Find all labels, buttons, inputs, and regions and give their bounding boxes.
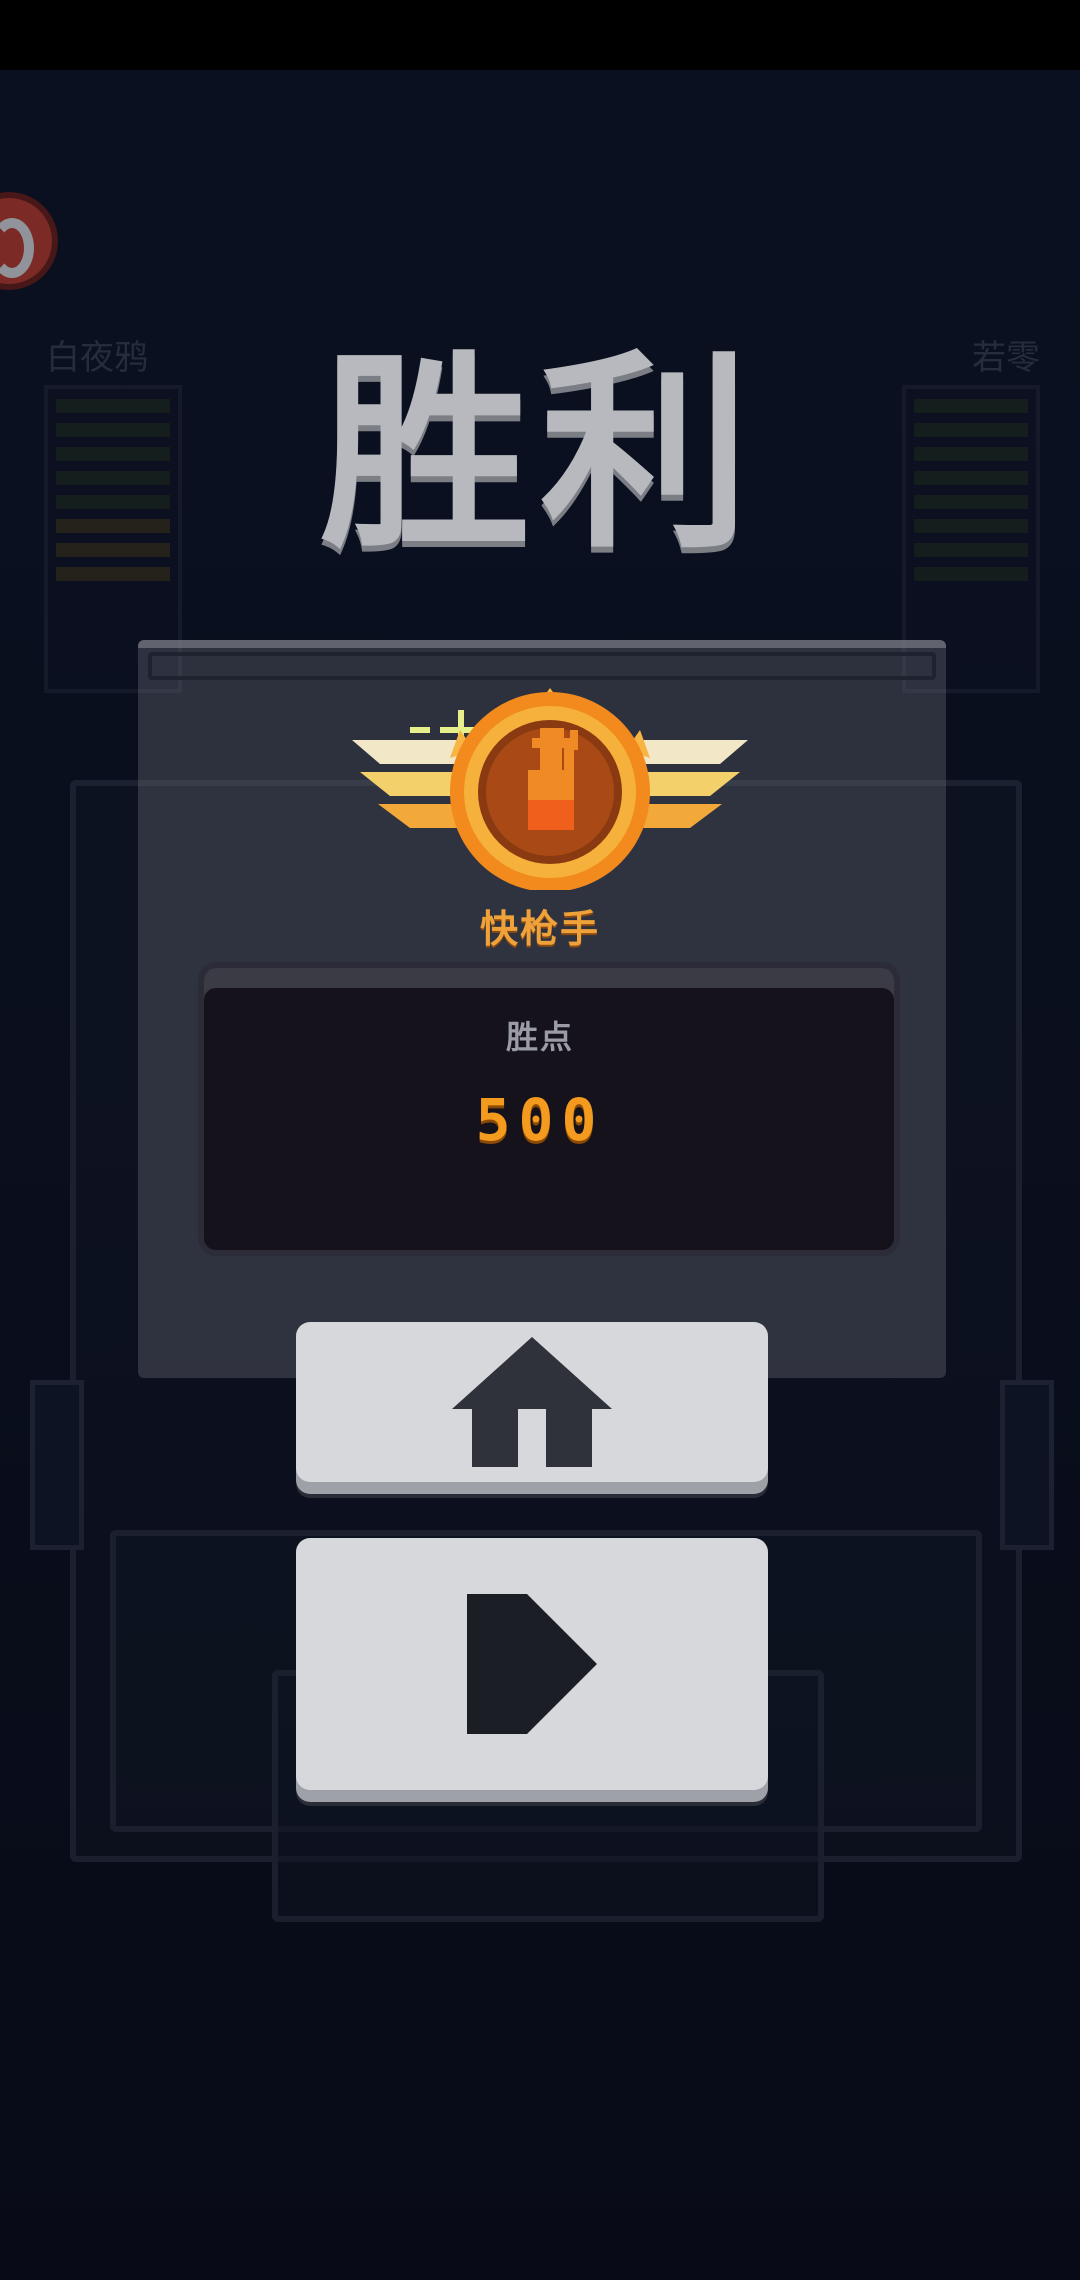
medal-title: 快枪手 [479, 907, 600, 951]
victory-title: 胜利 [319, 332, 760, 577]
side-tab-right [1000, 1380, 1054, 1550]
play-button[interactable] [296, 1538, 768, 1790]
home-button[interactable] [296, 1322, 768, 1482]
gunslinger-medal-icon [352, 688, 748, 890]
game-screen: 白夜鸦 若零 胜利 快枪手 胜点 500 [0, 0, 1080, 2280]
points-label: 胜点 [505, 1018, 574, 1056]
play-icon [467, 1594, 597, 1734]
points-value: 500 [475, 1086, 605, 1154]
notification-badge-icon[interactable] [0, 192, 58, 290]
side-tab-left [30, 1380, 84, 1550]
home-icon [452, 1337, 612, 1467]
